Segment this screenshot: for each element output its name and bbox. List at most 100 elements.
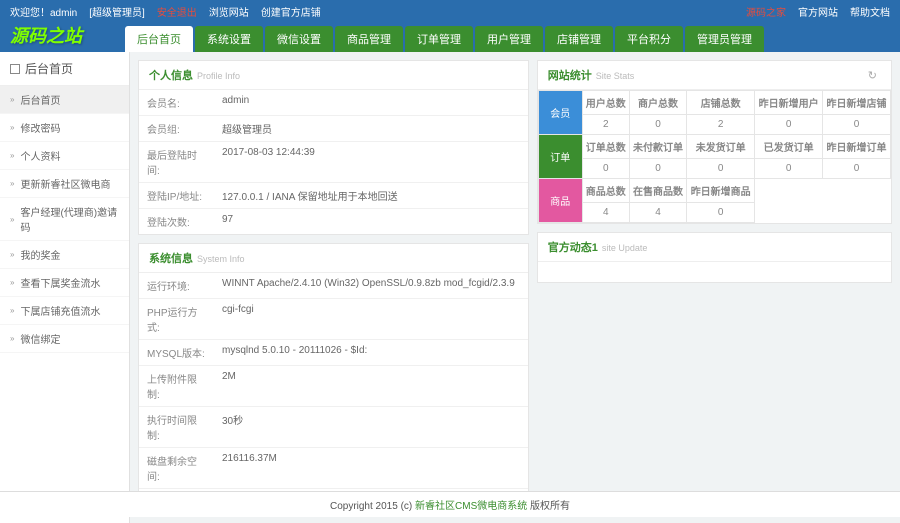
info-value: 127.0.0.1 / IANA 保留地址用于本地回送	[214, 183, 528, 208]
sidebar-item-5[interactable]: »我的奖金	[0, 241, 129, 269]
info-label: 上传附件限制:	[139, 366, 214, 406]
sidebar-item-6[interactable]: »查看下属奖金流水	[0, 269, 129, 297]
info-row: 上传附件限制:2M	[139, 366, 528, 407]
sidebar-item-1[interactable]: »修改密码	[0, 114, 129, 142]
info-row: 登陆次数:97	[139, 209, 528, 234]
sidebar: 后台首页 »后台首页»修改密码»个人资料»更新新睿社区微电商»客户经理(代理商)…	[0, 52, 130, 523]
arrow-icon: »	[10, 215, 14, 224]
refresh-icon[interactable]: ↻	[864, 67, 881, 84]
info-row: 运行环境:WINNT Apache/2.4.10 (Win32) OpenSSL…	[139, 273, 528, 299]
info-row: 磁盘剩余空间:216116.37M	[139, 448, 528, 489]
info-label: PHP运行方式:	[139, 299, 214, 339]
footer-copy: Copyright 2015 (c)	[330, 501, 415, 512]
info-label: 登陆次数:	[139, 209, 214, 234]
stats-cell: 4	[629, 203, 686, 223]
home-icon	[10, 64, 20, 74]
stats-header: 昨日新增店铺	[823, 91, 891, 115]
sidebar-item-7[interactable]: »下属店铺充值流水	[0, 297, 129, 325]
stats-title: 网站统计	[548, 70, 592, 82]
info-value: 30秒	[214, 407, 528, 447]
stats-cell: 2	[687, 115, 755, 135]
system-sub: System Info	[197, 254, 245, 264]
welcome-text: 欢迎您！admin	[10, 4, 77, 19]
info-row: 会员组:超级管理员	[139, 116, 528, 142]
footer: Copyright 2015 (c) 新睿社区CMS微电商系统 版权所有	[0, 491, 900, 517]
info-row: 会员名:admin	[139, 90, 528, 116]
stats-cell: 0	[823, 115, 891, 135]
info-value: admin	[214, 90, 528, 115]
nav-tab-6[interactable]: 店铺管理	[545, 26, 613, 52]
help-link[interactable]: 帮助文档	[850, 4, 890, 19]
stats-cell: 0	[823, 159, 891, 179]
info-row: MYSQL版本:mysqlnd 5.0.10 - 20111026 - $Id:	[139, 340, 528, 366]
sidebar-item-label: 后台首页	[20, 92, 60, 107]
info-row: 执行时间限制:30秒	[139, 407, 528, 448]
stats-cell: 0	[629, 115, 686, 135]
info-row: PHP运行方式:cgi-fcgi	[139, 299, 528, 340]
info-value: 超级管理员	[214, 116, 528, 141]
stats-header: 订单总数	[582, 135, 629, 159]
info-label: 会员名:	[139, 90, 214, 115]
info-row: 最后登陆时间:2017-08-03 12:44:39	[139, 142, 528, 183]
sidebar-item-label: 下属店铺充值流水	[20, 303, 100, 318]
info-label: 最后登陆时间:	[139, 142, 214, 182]
stats-sub: Site Stats	[596, 71, 635, 81]
logout-link[interactable]: 安全退出	[157, 4, 197, 19]
news-panel: 官方动态1site Update	[537, 232, 892, 283]
stats-cell: 0	[687, 203, 755, 223]
stats-header: 未付款订单	[629, 135, 686, 159]
sidebar-item-2[interactable]: »个人资料	[0, 142, 129, 170]
official-link[interactable]: 官方网站	[798, 4, 838, 19]
footer-rights: 版权所有	[527, 501, 570, 512]
info-value: 2017-08-03 12:44:39	[214, 142, 528, 182]
stats-header: 店铺总数	[687, 91, 755, 115]
stats-cell: 0	[629, 159, 686, 179]
profile-sub: Profile Info	[197, 71, 240, 81]
sidebar-item-label: 查看下属奖金流水	[20, 275, 100, 290]
stats-header: 商品总数	[582, 179, 629, 203]
arrow-icon: »	[10, 179, 14, 188]
sidebar-item-label: 个人资料	[20, 148, 60, 163]
system-title: 系统信息	[149, 253, 193, 265]
nav-tab-5[interactable]: 用户管理	[475, 26, 543, 52]
nav-tab-3[interactable]: 商品管理	[335, 26, 403, 52]
stats-header: 在售商品数	[629, 179, 686, 203]
nav-tab-8[interactable]: 管理员管理	[685, 26, 764, 52]
stats-header: 商户总数	[629, 91, 686, 115]
create-shop-link[interactable]: 创建官方店铺	[261, 4, 321, 19]
sidebar-item-8[interactable]: » 微信绑定	[0, 325, 129, 353]
nav-tab-2[interactable]: 微信设置	[265, 26, 333, 52]
sidebar-item-0[interactable]: » 后台首页	[0, 86, 129, 114]
info-label: MYSQL版本:	[139, 340, 214, 365]
sidebar-item-3[interactable]: » 更新新睿社区微电商	[0, 170, 129, 198]
browse-link[interactable]: 浏览网站	[209, 4, 249, 19]
sidebar-title: 后台首页	[0, 52, 129, 86]
sidebar-item-4[interactable]: »客户经理(代理商)邀请码	[0, 198, 129, 241]
info-value: cgi-fcgi	[214, 299, 528, 339]
stats-cell: 0	[755, 115, 823, 135]
stats-cell: 4	[582, 203, 629, 223]
info-label: 执行时间限制:	[139, 407, 214, 447]
info-label: 运行环境:	[139, 273, 214, 298]
stats-header: 昨日新增用户	[755, 91, 823, 115]
info-label: 登陆IP/地址:	[139, 183, 214, 208]
sidebar-item-label: 微信绑定	[20, 331, 60, 346]
info-label: 磁盘剩余空间:	[139, 448, 214, 488]
sidebar-item-label: 更新新睿社区微电商	[20, 176, 110, 191]
home-link[interactable]: 源码之家	[746, 4, 786, 19]
stats-panel: 网站统计Site Stats ↻ 会员用户总数商户总数店铺总数昨日新增用户昨日新…	[537, 60, 892, 224]
arrow-icon: »	[10, 95, 14, 104]
nav-tab-1[interactable]: 系统设置	[195, 26, 263, 52]
stats-group: 商品	[538, 179, 582, 223]
stats-header: 昨日新增订单	[823, 135, 891, 159]
nav-tab-4[interactable]: 订单管理	[405, 26, 473, 52]
nav-tab-7[interactable]: 平台积分	[615, 26, 683, 52]
arrow-icon: »	[10, 334, 14, 343]
sidebar-title-text: 后台首页	[25, 60, 73, 77]
stats-cell: 0	[687, 159, 755, 179]
info-value: WINNT Apache/2.4.10 (Win32) OpenSSL/0.9.…	[214, 273, 528, 298]
news-title: 官方动态1	[548, 242, 598, 254]
sidebar-item-label: 我的奖金	[20, 247, 60, 262]
stats-group: 会员	[538, 91, 582, 135]
nav-tab-0[interactable]: 后台首页	[125, 26, 193, 52]
